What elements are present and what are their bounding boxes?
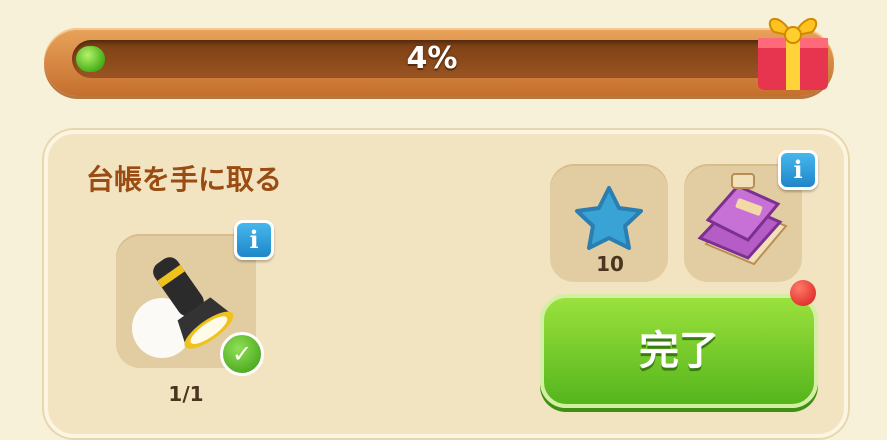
notification-dot bbox=[790, 280, 816, 306]
completed-check-icon: ✓ bbox=[220, 332, 264, 376]
progress-bar: 4% bbox=[44, 28, 834, 96]
progress-track: 4% bbox=[72, 40, 792, 78]
gift-box-icon[interactable] bbox=[752, 2, 834, 94]
star-reward-count: 10 bbox=[596, 252, 624, 276]
quest-panel: 台帳を手に取る i ✓ 1/1 10 i 完了 bbox=[44, 130, 848, 438]
complete-button[interactable]: 完了 bbox=[540, 294, 818, 408]
progress-percent-label: 4% bbox=[406, 41, 458, 76]
item-count: 1/1 bbox=[168, 382, 204, 406]
ledger-info-button[interactable]: i bbox=[778, 150, 818, 190]
task-title: 台帳を手に取る bbox=[86, 163, 283, 196]
flashlight-info-button[interactable]: i bbox=[234, 220, 274, 260]
